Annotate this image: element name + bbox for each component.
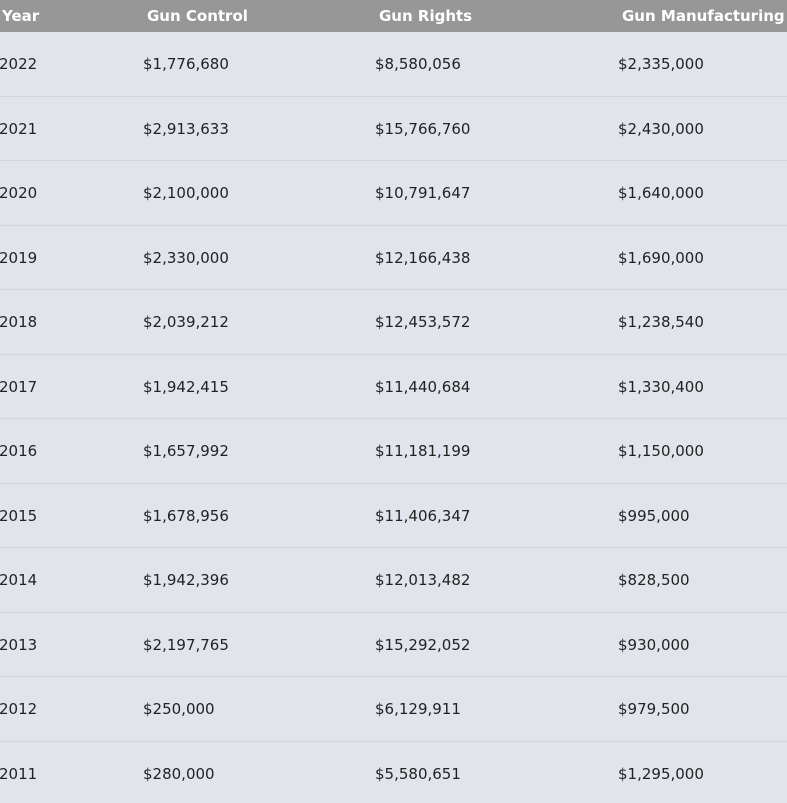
table-row: 2021 $2,913,633 $15,766,760 $2,430,000	[0, 97, 787, 161]
table-row: 2016 $1,657,992 $11,181,199 $1,150,000	[0, 419, 787, 484]
cell-gun-manufacturing: $1,690,000	[618, 248, 704, 267]
cell-gun-control: $1,942,415	[143, 377, 229, 396]
cell-gun-rights: $10,791,647	[375, 184, 471, 202]
cell-gun-control: $2,100,000	[143, 184, 229, 202]
cell-gun-rights: $11,440,684	[375, 377, 471, 396]
cell-gun-rights: $6,129,911	[375, 700, 461, 718]
cell-gun-rights: $12,453,572	[375, 313, 471, 331]
table-row: 2020 $2,100,000 $10,791,647 $1,640,000	[0, 161, 787, 226]
cell-gun-control: $2,913,633	[143, 119, 229, 138]
cell-year: 2014	[0, 571, 38, 589]
table-body: 2022 $1,776,680 $8,580,056 $2,335,000 20…	[0, 32, 787, 803]
cell-gun-manufacturing: $1,238,540	[618, 313, 704, 331]
cell-gun-manufacturing: $979,500	[618, 700, 690, 718]
cell-gun-control: $1,776,680	[143, 55, 229, 73]
cell-gun-rights: $11,406,347	[375, 506, 471, 525]
cell-gun-manufacturing: $930,000	[618, 635, 690, 654]
cell-year: 2011	[0, 764, 38, 783]
cell-year: 2015	[0, 506, 38, 525]
cell-year: 2018	[0, 313, 38, 331]
cell-year: 2016	[0, 442, 38, 460]
cell-year: 2019	[0, 248, 38, 267]
cell-year: 2022	[0, 55, 38, 73]
table-row: 2017 $1,942,415 $11,440,684 $1,330,400	[0, 355, 787, 419]
cell-gun-manufacturing: $1,150,000	[618, 442, 704, 460]
spending-table: Year Gun Control Gun Rights Gun Manufact…	[0, 0, 787, 803]
cell-gun-control: $1,678,956	[143, 506, 229, 525]
cell-gun-control: $2,197,765	[143, 635, 229, 654]
column-header-gun-rights[interactable]: Gun Rights	[379, 7, 472, 25]
cell-gun-control: $1,657,992	[143, 442, 229, 460]
cell-gun-control: $2,039,212	[143, 313, 229, 331]
cell-gun-control: $2,330,000	[143, 248, 229, 267]
table-header: Year Gun Control Gun Rights Gun Manufact…	[0, 0, 787, 32]
cell-gun-rights: $12,013,482	[375, 571, 471, 589]
table-row: 2011 $280,000 $5,580,651 $1,295,000	[0, 742, 787, 803]
table-row: 2012 $250,000 $6,129,911 $979,500	[0, 677, 787, 742]
table-row: 2022 $1,776,680 $8,580,056 $2,335,000	[0, 32, 787, 97]
cell-gun-rights: $15,766,760	[375, 119, 471, 138]
cell-gun-rights: $11,181,199	[375, 442, 471, 460]
table-row: 2014 $1,942,396 $12,013,482 $828,500	[0, 548, 787, 613]
table-row: 2013 $2,197,765 $15,292,052 $930,000	[0, 613, 787, 677]
cell-gun-manufacturing: $1,330,400	[618, 377, 704, 396]
cell-gun-manufacturing: $2,335,000	[618, 55, 704, 73]
cell-year: 2017	[0, 377, 38, 396]
cell-year: 2013	[0, 635, 38, 654]
cell-year: 2021	[0, 119, 38, 138]
cell-gun-rights: $8,580,056	[375, 55, 461, 73]
cell-gun-manufacturing: $995,000	[618, 506, 690, 525]
table-row: 2018 $2,039,212 $12,453,572 $1,238,540	[0, 290, 787, 355]
cell-gun-control: $1,942,396	[143, 571, 229, 589]
cell-gun-rights: $5,580,651	[375, 764, 461, 783]
table-row: 2015 $1,678,956 $11,406,347 $995,000	[0, 484, 787, 548]
column-header-year[interactable]: Year	[2, 7, 39, 25]
cell-gun-manufacturing: $2,430,000	[618, 119, 704, 138]
cell-gun-manufacturing: $1,295,000	[618, 764, 704, 783]
cell-gun-manufacturing: $1,640,000	[618, 184, 704, 202]
cell-year: 2020	[0, 184, 38, 202]
cell-gun-control: $250,000	[143, 700, 215, 718]
cell-year: 2012	[0, 700, 38, 718]
column-header-gun-manufacturing[interactable]: Gun Manufacturing	[622, 7, 785, 25]
cell-gun-manufacturing: $828,500	[618, 571, 690, 589]
cell-gun-rights: $15,292,052	[375, 635, 471, 654]
column-header-gun-control[interactable]: Gun Control	[147, 7, 248, 25]
table-row: 2019 $2,330,000 $12,166,438 $1,690,000	[0, 226, 787, 290]
cell-gun-rights: $12,166,438	[375, 248, 471, 267]
cell-gun-control: $280,000	[143, 764, 215, 783]
